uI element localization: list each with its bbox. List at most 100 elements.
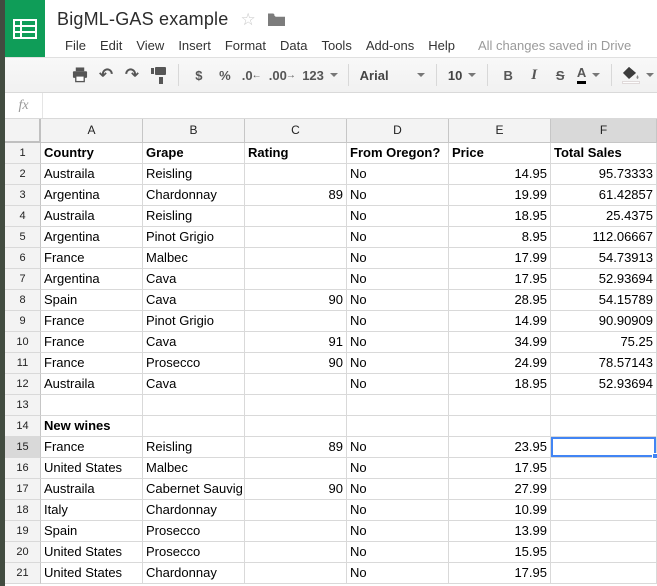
cell-A9[interactable]: France bbox=[41, 311, 143, 332]
select-all-corner[interactable] bbox=[5, 119, 41, 143]
text-color-button[interactable]: A bbox=[574, 62, 603, 88]
column-header-A[interactable]: A bbox=[41, 119, 143, 143]
row-header-12[interactable]: 12 bbox=[5, 374, 41, 395]
cell-E2[interactable]: 14.95 bbox=[449, 164, 551, 185]
menu-addons[interactable]: Add-ons bbox=[359, 36, 421, 55]
cell-C7[interactable] bbox=[245, 269, 347, 290]
cell-B5[interactable]: Pinot Grigio bbox=[143, 227, 245, 248]
cell-C12[interactable] bbox=[245, 374, 347, 395]
formula-input[interactable] bbox=[43, 93, 657, 118]
cell-D1[interactable]: From Oregon? bbox=[347, 143, 449, 164]
cell-F15[interactable] bbox=[551, 437, 657, 458]
bold-button[interactable]: B bbox=[496, 62, 520, 88]
cell-D9[interactable]: No bbox=[347, 311, 449, 332]
row-header-7[interactable]: 7 bbox=[5, 269, 41, 290]
cell-D2[interactable]: No bbox=[347, 164, 449, 185]
cell-F1[interactable]: Total Sales bbox=[551, 143, 657, 164]
cell-A7[interactable]: Argentina bbox=[41, 269, 143, 290]
sheets-logo[interactable] bbox=[5, 0, 45, 57]
cell-B20[interactable]: Prosecco bbox=[143, 542, 245, 563]
menu-edit[interactable]: Edit bbox=[93, 36, 129, 55]
cell-A15[interactable]: France bbox=[41, 437, 143, 458]
cell-E21[interactable]: 17.95 bbox=[449, 563, 551, 584]
star-icon[interactable]: ☆ bbox=[240, 11, 255, 28]
cell-C21[interactable] bbox=[245, 563, 347, 584]
cell-E13[interactable] bbox=[449, 395, 551, 416]
cell-A2[interactable]: Austraila bbox=[41, 164, 143, 185]
cell-D8[interactable]: No bbox=[347, 290, 449, 311]
cell-A21[interactable]: United States bbox=[41, 563, 143, 584]
cell-E18[interactable]: 10.99 bbox=[449, 500, 551, 521]
cell-D10[interactable]: No bbox=[347, 332, 449, 353]
cell-E4[interactable]: 18.95 bbox=[449, 206, 551, 227]
row-header-2[interactable]: 2 bbox=[5, 164, 41, 185]
cell-F9[interactable]: 90.90909 bbox=[551, 311, 657, 332]
cell-B7[interactable]: Cava bbox=[143, 269, 245, 290]
cell-D15[interactable]: No bbox=[347, 437, 449, 458]
cell-F5[interactable]: 112.06667 bbox=[551, 227, 657, 248]
cell-B17[interactable]: Cabernet Sauvig bbox=[143, 479, 245, 500]
cell-D17[interactable]: No bbox=[347, 479, 449, 500]
cell-C16[interactable] bbox=[245, 458, 347, 479]
cell-E17[interactable]: 27.99 bbox=[449, 479, 551, 500]
column-header-E[interactable]: E bbox=[449, 119, 551, 143]
cell-C18[interactable] bbox=[245, 500, 347, 521]
row-header-8[interactable]: 8 bbox=[5, 290, 41, 311]
row-header-10[interactable]: 10 bbox=[5, 332, 41, 353]
cell-B15[interactable]: Reisling bbox=[143, 437, 245, 458]
number-format-button[interactable]: 123 bbox=[300, 62, 340, 88]
menu-file[interactable]: File bbox=[57, 36, 93, 55]
cell-B21[interactable]: Chardonnay bbox=[143, 563, 245, 584]
cell-D4[interactable]: No bbox=[347, 206, 449, 227]
cell-D13[interactable] bbox=[347, 395, 449, 416]
cell-F8[interactable]: 54.15789 bbox=[551, 290, 657, 311]
fill-color-button[interactable] bbox=[620, 62, 656, 88]
cell-A18[interactable]: Italy bbox=[41, 500, 143, 521]
row-header-18[interactable]: 18 bbox=[5, 500, 41, 521]
cell-F4[interactable]: 25.4375 bbox=[551, 206, 657, 227]
cell-F7[interactable]: 52.93694 bbox=[551, 269, 657, 290]
cell-F17[interactable] bbox=[551, 479, 657, 500]
cell-D11[interactable]: No bbox=[347, 353, 449, 374]
document-title[interactable]: BigML-GAS example bbox=[57, 9, 228, 30]
cell-A4[interactable]: Austraila bbox=[41, 206, 143, 227]
cell-C14[interactable] bbox=[245, 416, 347, 437]
row-header-4[interactable]: 4 bbox=[5, 206, 41, 227]
cell-B11[interactable]: Prosecco bbox=[143, 353, 245, 374]
cell-F14[interactable] bbox=[551, 416, 657, 437]
cell-A20[interactable]: United States bbox=[41, 542, 143, 563]
cell-F11[interactable]: 78.57143 bbox=[551, 353, 657, 374]
cell-A1[interactable]: Country bbox=[41, 143, 143, 164]
row-header-15[interactable]: 15 bbox=[5, 437, 41, 458]
redo-button[interactable]: ↷ bbox=[120, 62, 144, 88]
cell-D5[interactable]: No bbox=[347, 227, 449, 248]
cell-D16[interactable]: No bbox=[347, 458, 449, 479]
cell-A16[interactable]: United States bbox=[41, 458, 143, 479]
cell-E6[interactable]: 17.99 bbox=[449, 248, 551, 269]
row-header-6[interactable]: 6 bbox=[5, 248, 41, 269]
menu-data[interactable]: Data bbox=[273, 36, 314, 55]
cell-C2[interactable] bbox=[245, 164, 347, 185]
cell-F2[interactable]: 95.73333 bbox=[551, 164, 657, 185]
row-header-9[interactable]: 9 bbox=[5, 311, 41, 332]
increase-decimal-button[interactable]: .00→ bbox=[266, 62, 298, 88]
cell-C3[interactable]: 89 bbox=[245, 185, 347, 206]
cell-E14[interactable] bbox=[449, 416, 551, 437]
cell-C5[interactable] bbox=[245, 227, 347, 248]
cell-A19[interactable]: Spain bbox=[41, 521, 143, 542]
cell-B12[interactable]: Cava bbox=[143, 374, 245, 395]
cell-F21[interactable] bbox=[551, 563, 657, 584]
cell-E8[interactable]: 28.95 bbox=[449, 290, 551, 311]
cell-A6[interactable]: France bbox=[41, 248, 143, 269]
menu-help[interactable]: Help bbox=[421, 36, 462, 55]
cell-C6[interactable] bbox=[245, 248, 347, 269]
decrease-decimal-button[interactable]: .0← bbox=[239, 62, 265, 88]
row-header-3[interactable]: 3 bbox=[5, 185, 41, 206]
cell-E19[interactable]: 13.99 bbox=[449, 521, 551, 542]
cell-F10[interactable]: 75.25 bbox=[551, 332, 657, 353]
cell-D21[interactable]: No bbox=[347, 563, 449, 584]
print-button[interactable] bbox=[68, 62, 92, 88]
cell-C9[interactable] bbox=[245, 311, 347, 332]
cell-D19[interactable]: No bbox=[347, 521, 449, 542]
cell-A12[interactable]: Austraila bbox=[41, 374, 143, 395]
